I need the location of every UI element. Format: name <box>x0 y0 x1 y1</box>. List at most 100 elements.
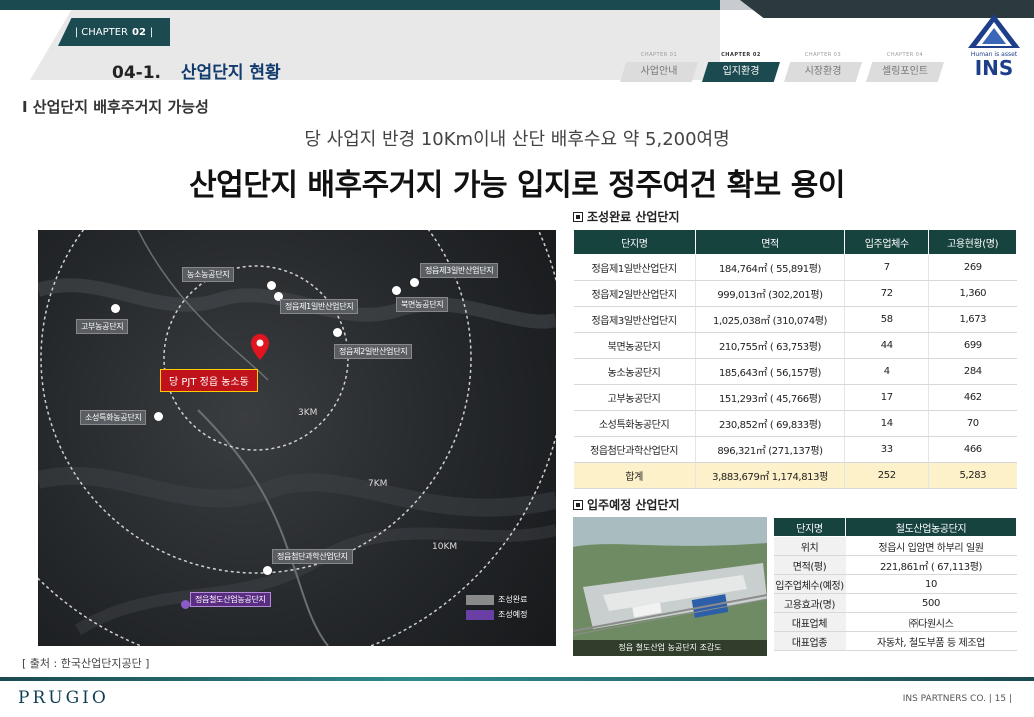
photo-caption: 정읍 철도산업 농공단지 조감도 <box>573 640 767 656</box>
table-row: 위치 정읍시 입암면 하부리 일원 <box>773 536 1017 556</box>
map-label-bukmyeon: 북면농공단지 <box>396 297 449 312</box>
nav-caption: CHAPTER 02 <box>721 52 761 58</box>
table-row: 정읍제2일반산업단지 999,013㎡ (302,201평) 72 1,360 <box>573 280 1017 307</box>
chapter-nav: CHAPTER 01 사업안내 CHAPTER 02 입지환경 CHAPTER … <box>620 52 944 82</box>
cell-value: 정읍시 입암면 하부리 일원 <box>845 536 1017 556</box>
footer-divider <box>0 677 1034 681</box>
legend-item-complete: 조성완료 <box>466 594 527 605</box>
table-row: 정읍첨단과학산업단지 896,321㎡ (271,137평) 33 466 <box>573 436 1017 463</box>
cell-value: ㈜다원시스 <box>845 612 1017 632</box>
table-row: 대표업종 자동차, 철도부품 등 제조업 <box>773 631 1017 651</box>
cell-tenants: 4 <box>844 358 929 385</box>
map-label-jeongeup3: 정읍제3일반산업단지 <box>420 263 499 278</box>
cell-name: 고부농공단지 <box>573 384 696 411</box>
triangle-logo-icon <box>968 14 1020 48</box>
cell-value: 500 <box>845 593 1017 613</box>
table-header-row: 단지명 면적 입주업체수 고용현황(명) <box>573 229 1017 255</box>
map-label-jeongeup2: 정읍제2일반산업단지 <box>334 344 413 359</box>
cell-area: 1,025,038㎡ (310,074평) <box>694 306 845 333</box>
cell-total-area: 3,883,679㎡ 1,174,813평 <box>694 462 845 489</box>
cell-tenants: 72 <box>844 280 929 307</box>
cell-name: 정읍제1일반산업단지 <box>573 254 696 281</box>
nav-chapter-02[interactable]: CHAPTER 02 입지환경 <box>702 52 780 82</box>
table-row: 입주업체수(예정) 10 <box>773 574 1017 594</box>
headline: 산업단지 배후주거지 가능 입지로 정주여건 확보 용이 <box>189 168 845 203</box>
cell-employment: 699 <box>928 332 1017 359</box>
cell-tenants: 58 <box>844 306 929 333</box>
cell-value: 자동차, 철도부품 등 제조업 <box>845 631 1017 651</box>
planned-complex-table: 단지명 철도산업농공단지 위치 정읍시 입암면 하부리 일원 면적(평) 221… <box>773 517 1017 651</box>
legend-label: 조성예정 <box>498 610 528 619</box>
nav-chapter-04[interactable]: CHAPTER 04 셀링포인트 <box>866 52 944 82</box>
nav-caption: CHAPTER 04 <box>886 52 924 58</box>
cell-value: 221,861㎡ ( 67,113평) <box>845 555 1017 575</box>
nav-chapter-03[interactable]: CHAPTER 03 시장환경 <box>784 52 862 82</box>
table-row: 정읍제1일반산업단지 184,764㎡ ( 55,891평) 7 269 <box>573 254 1017 281</box>
cell-tenants: 33 <box>844 436 929 463</box>
map-marker-jeongeup2 <box>333 328 342 337</box>
cell-employment: 284 <box>928 358 1017 385</box>
col-header-tenants: 입주업체수 <box>844 229 930 255</box>
section-number: 04-1. <box>112 63 161 83</box>
cell-key: 위치 <box>773 536 846 556</box>
map-terrain <box>38 230 556 646</box>
nav-chapter-01[interactable]: CHAPTER 01 사업안내 <box>620 52 698 82</box>
map-label-jeongeup1: 정읍제1일반산업단지 <box>280 299 359 314</box>
table-row: 정읍제3일반산업단지 1,025,038㎡ (310,074평) 58 1,67… <box>573 306 1017 333</box>
industrial-complex-map: 농소농공단지 정읍제3일반산업단지 정읍제1일반산업단지 북면농공단지 고부농공… <box>38 230 556 646</box>
cell-area: 185,643㎡ ( 56,157평) <box>694 358 845 385</box>
cell-total-tenants: 252 <box>844 462 929 489</box>
nav-label: 입지환경 <box>702 62 780 82</box>
cell-tenants: 17 <box>844 384 929 411</box>
cell-name: 소성특화농공단지 <box>573 410 696 437</box>
cell-area: 151,293㎡ ( 45,766평) <box>694 384 845 411</box>
nav-label: 셀링포인트 <box>866 62 944 82</box>
cell-name: 북면농공단지 <box>573 332 696 359</box>
cell-area: 230,852㎡ ( 69,833평) <box>694 410 845 437</box>
cell-employment: 1,360 <box>928 280 1017 307</box>
map-label-gobu: 고부농공단지 <box>76 319 129 334</box>
cell-key: 대표업체 <box>773 612 846 632</box>
cell-name: 정읍첨단과학산업단지 <box>573 436 696 463</box>
cell-employment: 1,673 <box>928 306 1017 333</box>
nav-label: 시장환경 <box>784 62 862 82</box>
cell-total-label: 합계 <box>573 462 696 489</box>
map-marker-nongso <box>267 281 276 290</box>
section-title: 04-1. 산업단지 현황 <box>112 58 281 83</box>
cell-area: 999,013㎡ (302,201평) <box>694 280 845 307</box>
cell-key: 고용효과(명) <box>773 593 846 613</box>
footer-page-info: INS PARTNERS CO. | 15 | <box>902 694 1012 704</box>
slide-page: | CHAPTER 02 | 04-1. 산업단지 현황 CHAPTER 01 … <box>0 0 1034 717</box>
cell-tenants: 44 <box>844 332 929 359</box>
map-label-railway: 정읍철도산업농공단지 <box>190 592 271 607</box>
legend-swatch <box>466 594 494 605</box>
table-total-row: 합계 3,883,679㎡ 1,174,813평 252 5,283 <box>573 462 1017 489</box>
section-title-text: 산업단지 현황 <box>180 63 281 83</box>
summary-text: 당 사업지 반경 10Km이내 산단 배후수요 약 5,200여명 <box>304 129 730 150</box>
ring-label-7km: 7KM <box>368 479 388 489</box>
cell-employment: 462 <box>928 384 1017 411</box>
cell-total-employment: 5,283 <box>928 462 1017 489</box>
map-marker-jeongeup3 <box>410 278 419 287</box>
table-row: 면적(평) 221,861㎡ ( 67,113평) <box>773 555 1017 575</box>
cell-name: 농소농공단지 <box>573 358 696 385</box>
square-bullet-icon <box>573 212 583 222</box>
legend-item-planned: 조성예정 <box>466 609 527 620</box>
logo-name: INS <box>974 56 1014 80</box>
col-header-employment: 고용현황(명) <box>928 229 1017 255</box>
cell-tenants: 14 <box>844 410 929 437</box>
project-site-label: 당 PJT 정읍 농소동 <box>160 369 258 392</box>
cell-area: 896,321㎡ (271,137평) <box>694 436 845 463</box>
cell-employment: 466 <box>928 436 1017 463</box>
map-label-cheomdan: 정읍첨단과학산업단지 <box>272 549 353 564</box>
cell-key: 면적(평) <box>773 555 846 575</box>
map-marker-soseong <box>154 412 163 421</box>
square-bullet-icon <box>573 500 583 510</box>
table-header-row: 단지명 철도산업농공단지 <box>773 517 1017 537</box>
map-marker-bukmyeon <box>392 286 401 295</box>
chapter-tab: | CHAPTER 02 | <box>58 18 170 46</box>
ring-label-10km: 10KM <box>432 542 458 552</box>
planned-table-title-text: 입주예정 산업단지 <box>587 498 680 512</box>
table-row: 고용효과(명) 500 <box>773 593 1017 613</box>
chapter-number: 02 <box>132 26 146 38</box>
